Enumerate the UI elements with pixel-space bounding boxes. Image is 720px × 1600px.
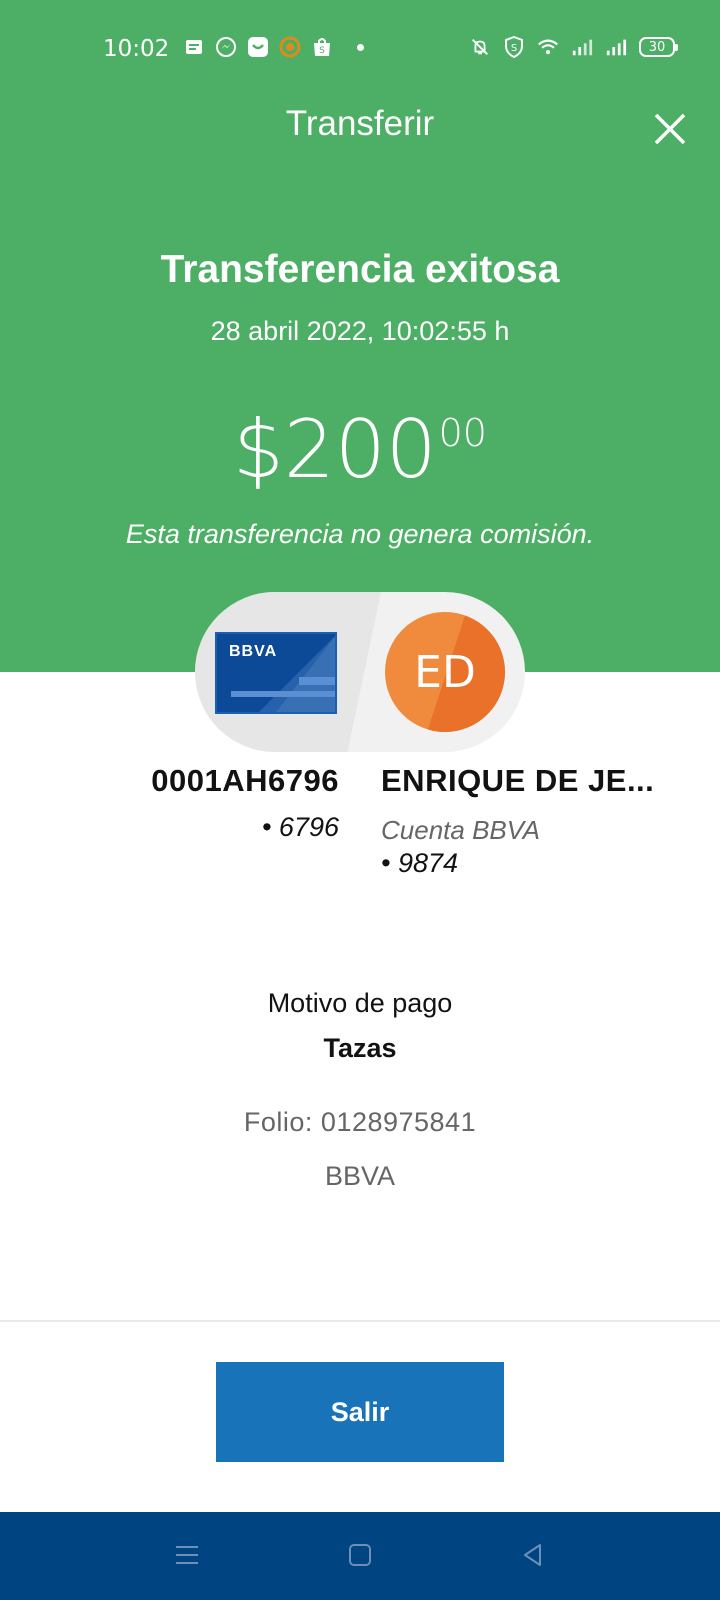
payment-motive-label: Motivo de pago — [267, 988, 453, 1018]
shield-icon: S — [503, 36, 525, 58]
amount-main: $200 — [233, 403, 437, 496]
notification-icons: S — [183, 36, 364, 58]
bank-name: BBVA — [324, 1161, 396, 1191]
folio-number: Folio: 0128975841 — [243, 1107, 477, 1137]
system-navigation-bar — [0, 1512, 720, 1600]
close-button[interactable] — [650, 109, 690, 149]
messenger-icon — [215, 36, 237, 58]
page-title: Transferir — [285, 104, 435, 143]
avatar: ED — [385, 612, 505, 732]
menu-icon[interactable] — [172, 1540, 202, 1570]
mute-icon — [469, 36, 491, 58]
close-icon — [654, 113, 686, 145]
transfer-date: 28 abril 2022, 10:02:55 h — [210, 316, 510, 346]
signal-icon — [571, 36, 593, 58]
chat-app-icon — [247, 36, 269, 58]
signal-icon — [605, 36, 627, 58]
amount-cents: 00 — [438, 411, 487, 455]
back-icon[interactable] — [518, 1540, 548, 1570]
payment-motive-value: Tazas — [323, 1033, 397, 1063]
wifi-icon — [537, 36, 559, 58]
orange-app-icon — [279, 36, 301, 58]
origin-account-number: • 6796 — [261, 812, 339, 842]
transfer-amount: $20000 — [0, 410, 720, 490]
more-notifications-dot — [357, 43, 364, 51]
fee-note: Esta transferencia no genera comisión. — [125, 519, 595, 549]
success-title: Transferencia exitosa — [160, 248, 560, 291]
message-icon — [183, 36, 205, 58]
status-bar: 10:02 S S 30 — [0, 28, 720, 72]
system-icons: S 30 — [469, 36, 678, 58]
destination-account-type: Cuenta BBVA — [381, 815, 540, 845]
card-brand: BBVA — [229, 643, 278, 660]
svg-text:S: S — [511, 43, 517, 54]
avatar-initials: ED — [414, 646, 476, 698]
status-time: 10:02 — [103, 36, 170, 62]
destination-account-name: ENRIQUE DE JE... — [381, 763, 655, 798]
bank-card-icon: BBVA — [215, 632, 337, 714]
exit-button[interactable]: Salir — [216, 1362, 504, 1462]
svg-text:S: S — [319, 46, 325, 56]
accounts-pill: BBVA ED — [195, 592, 525, 752]
home-icon[interactable] — [345, 1540, 375, 1570]
shop-icon: S — [311, 36, 333, 58]
footer-divider — [0, 1320, 720, 1322]
origin-account-name: 0001AH6796 — [151, 763, 339, 798]
battery-indicator: 30 — [639, 37, 678, 57]
destination-account-number: • 9874 — [381, 848, 459, 878]
